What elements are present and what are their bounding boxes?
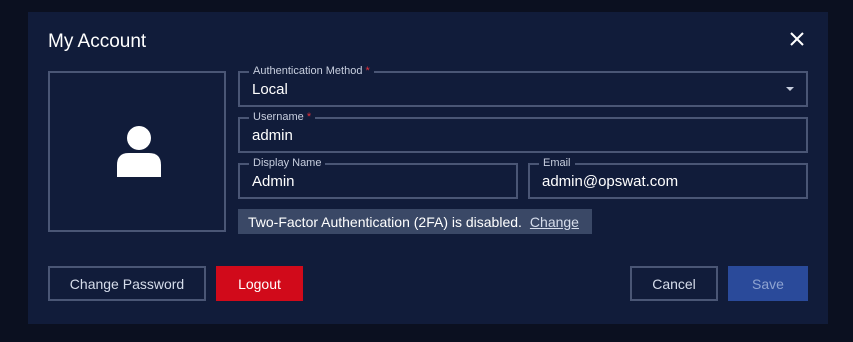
two-factor-notice: Two-Factor Authentication (2FA) is disab… <box>238 209 592 234</box>
cancel-button[interactable]: Cancel <box>630 266 718 301</box>
email-label: Email <box>539 157 575 170</box>
authentication-method-value: Local <box>252 81 288 98</box>
email-field[interactable]: Email admin@opswat.com <box>528 157 808 199</box>
display-name-value: Admin <box>252 173 295 190</box>
username-value: admin <box>252 127 293 144</box>
close-icon[interactable] <box>787 29 807 49</box>
save-button[interactable]: Save <box>728 266 808 301</box>
two-factor-message: Two-Factor Authentication (2FA) is disab… <box>248 213 522 230</box>
username-field[interactable]: Username * admin <box>238 111 808 153</box>
username-label: Username * <box>249 111 316 124</box>
authentication-method-label: Authentication Method * <box>249 65 374 78</box>
change-2fa-link[interactable]: Change <box>530 214 579 230</box>
authentication-method-select[interactable]: Authentication Method * Local <box>238 65 808 107</box>
my-account-dialog: My Account Authentication Method * Local… <box>28 12 828 324</box>
dialog-title: My Account <box>48 31 147 52</box>
logout-button[interactable]: Logout <box>216 266 303 301</box>
chevron-down-icon[interactable] <box>786 87 794 91</box>
display-name-field[interactable]: Display Name Admin <box>238 157 518 199</box>
email-value: admin@opswat.com <box>542 173 679 190</box>
display-name-label: Display Name <box>249 157 326 170</box>
change-password-button[interactable]: Change Password <box>48 266 206 301</box>
user-icon <box>117 126 161 177</box>
avatar <box>48 71 226 232</box>
